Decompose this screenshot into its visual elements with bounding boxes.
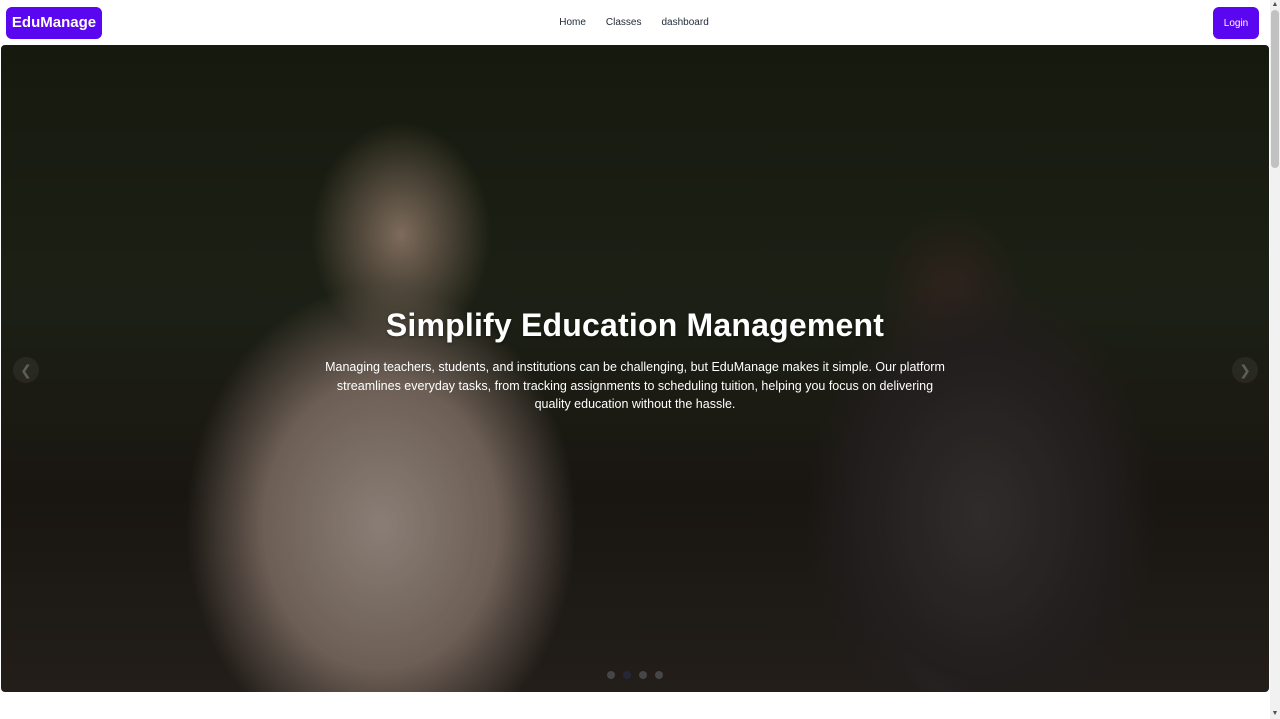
carousel-dot[interactable] (639, 671, 647, 679)
nav-links: Home Classes dashboard (0, 0, 1268, 45)
carousel-dot[interactable] (655, 671, 663, 679)
hero-carousel: ❮ ❯ Simplify Education Management Managi… (1, 45, 1269, 692)
carousel-dot[interactable] (623, 671, 631, 679)
hero-description: Managing teachers, students, and institu… (325, 360, 945, 411)
scrollbar-thumb[interactable] (1271, 10, 1279, 168)
hero-title: Simplify Education Management (385, 307, 885, 343)
hero-content: Simplify Education Management Managing t… (1, 307, 1269, 414)
login-button[interactable]: Login (1213, 7, 1259, 39)
scroll-up-icon[interactable]: ▲ (1270, 0, 1280, 10)
page-scrollbar[interactable]: ▲ ▼ (1270, 0, 1280, 719)
navbar: EduManage Home Classes dashboard Login (0, 0, 1268, 45)
nav-link-dashboard[interactable]: dashboard (652, 0, 719, 45)
carousel-dot[interactable] (607, 671, 615, 679)
nav-link-classes[interactable]: Classes (596, 0, 652, 45)
carousel-indicators (1, 671, 1269, 679)
nav-link-home[interactable]: Home (549, 0, 596, 45)
scroll-down-icon[interactable]: ▼ (1270, 709, 1280, 719)
